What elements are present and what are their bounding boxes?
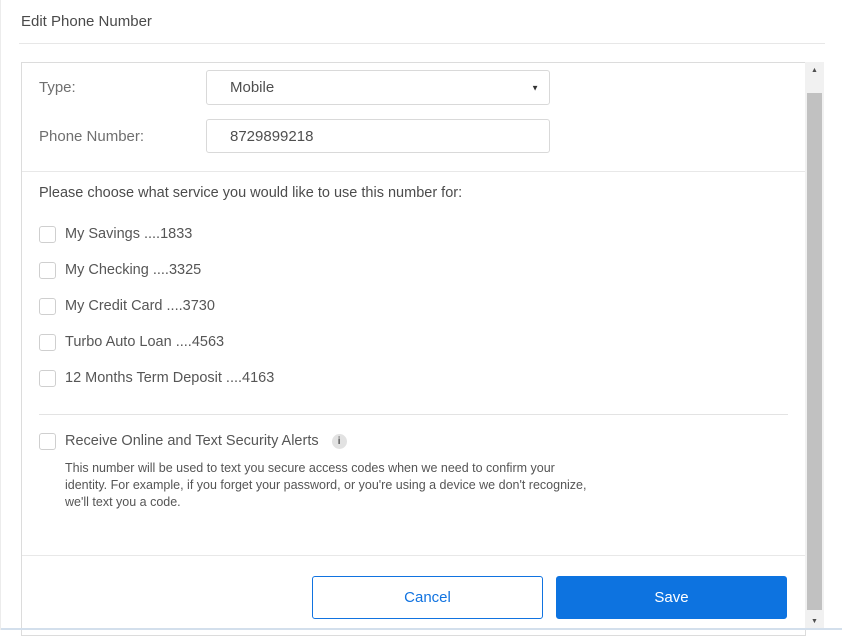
service-option-label[interactable]: Turbo Auto Loan ....4563 — [65, 334, 224, 350]
save-button[interactable]: Save — [556, 576, 787, 619]
service-option-savings[interactable]: My Savings ....1833 — [22, 225, 805, 243]
checkbox-term-deposit[interactable] — [39, 370, 56, 387]
checkbox-auto-loan[interactable] — [39, 334, 56, 351]
services-prompt: Please choose what service you would lik… — [39, 185, 805, 202]
type-label: Type: — [39, 79, 206, 96]
scrollbar-thumb[interactable] — [807, 93, 822, 610]
alerts-divider — [39, 414, 788, 415]
service-option-auto-loan[interactable]: Turbo Auto Loan ....4563 — [22, 333, 805, 351]
chevron-down-icon: ▼ — [531, 83, 539, 92]
form-panel: Type: Mobile ▼ Phone Number: Please choo… — [21, 62, 806, 636]
type-select-value: Mobile — [230, 79, 274, 96]
header-divider — [19, 43, 825, 44]
security-alerts-option[interactable]: Receive Online and Text Security Alerts … — [22, 432, 805, 450]
service-option-checking[interactable]: My Checking ....3325 — [22, 261, 805, 279]
checkbox-savings[interactable] — [39, 226, 56, 243]
page-title: Edit Phone Number — [21, 13, 152, 30]
section-divider — [22, 171, 805, 172]
phone-row: Phone Number: — [22, 119, 805, 153]
cancel-button[interactable]: Cancel — [312, 576, 543, 619]
service-option-label[interactable]: My Checking ....3325 — [65, 262, 201, 278]
service-option-label[interactable]: My Savings ....1833 — [65, 226, 192, 242]
phone-input[interactable] — [206, 119, 550, 153]
phone-label: Phone Number: — [39, 128, 206, 145]
security-alerts-label[interactable]: Receive Online and Text Security Alerts — [65, 433, 319, 449]
service-option-label[interactable]: 12 Months Term Deposit ....4163 — [65, 370, 274, 386]
service-option-term-deposit[interactable]: 12 Months Term Deposit ....4163 — [22, 369, 805, 387]
checkbox-checking[interactable] — [39, 262, 56, 279]
checkbox-security-alerts[interactable] — [39, 433, 56, 450]
security-alerts-description: This number will be used to text you sec… — [65, 460, 587, 511]
info-icon[interactable]: i — [332, 434, 347, 449]
scroll-up-icon[interactable]: ▲ — [805, 62, 824, 79]
vertical-scrollbar[interactable]: ▲ ▼ — [805, 62, 824, 630]
footer: Cancel Save — [22, 556, 805, 619]
checkbox-credit-card[interactable] — [39, 298, 56, 315]
type-select[interactable]: Mobile ▼ — [206, 70, 550, 105]
type-row: Type: Mobile ▼ — [22, 70, 805, 105]
service-option-label[interactable]: My Credit Card ....3730 — [65, 298, 215, 314]
service-option-credit-card[interactable]: My Credit Card ....3730 — [22, 297, 805, 315]
edit-phone-number-dialog: Edit Phone Number Type: Mobile ▼ Phone N… — [0, 0, 842, 630]
